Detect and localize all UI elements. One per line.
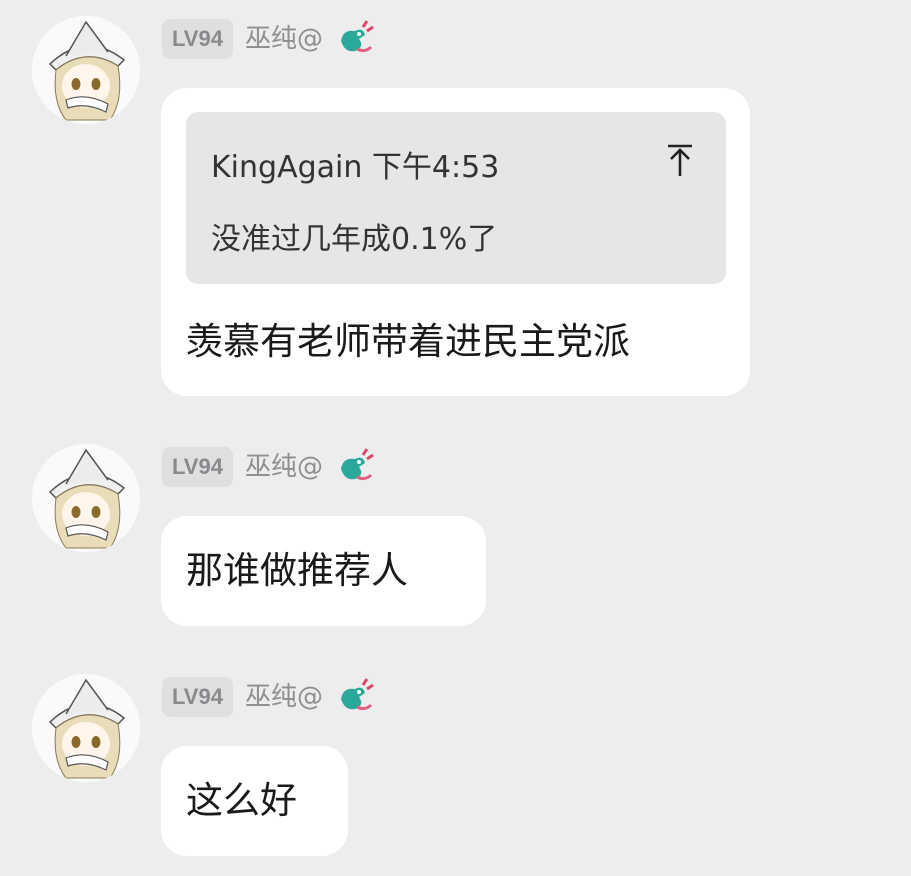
message-bubble[interactable]: 这么好 [161,746,348,856]
user-avatar[interactable] [32,16,140,124]
dragon-icon [340,448,374,481]
sender-nickname[interactable]: 巫纯@ [245,447,323,487]
sender-info: LV94 巫纯@ [162,18,375,60]
user-avatar[interactable] [32,674,140,782]
quote-header: KingAgain 下午4:53 [211,142,499,186]
level-badge: LV94 [162,19,233,59]
quote-time: 下午4:53 [371,150,500,185]
message-text: 这么好 [186,779,297,822]
sender-nickname[interactable]: 巫纯@ [245,677,323,717]
sender-info: LV94 巫纯@ [162,676,375,718]
avatar-image [32,674,140,782]
message-text: 羡慕有老师带着进民主党派 [186,320,630,363]
sender-nickname[interactable]: 巫纯@ [245,19,323,59]
dragon-icon [340,678,374,711]
level-badge: LV94 [162,447,233,487]
avatar-image [32,444,140,552]
quoted-message[interactable]: KingAgain 下午4:53 没准过几年成0.1%了 [186,112,726,284]
user-avatar[interactable] [32,444,140,552]
dragon-icon [340,20,374,53]
message-text: 那谁做推荐人 [186,549,408,592]
sender-info: LV94 巫纯@ [162,446,375,488]
arrow-up-to-top-icon[interactable] [664,142,696,178]
avatar-image [32,16,140,124]
message-bubble[interactable]: 那谁做推荐人 [161,516,486,626]
message-bubble[interactable]: KingAgain 下午4:53 没准过几年成0.1%了 羡慕有老师带着进民主党… [161,88,750,396]
quote-author: KingAgain [211,150,363,185]
level-badge: LV94 [162,677,233,717]
quote-text: 没准过几年成0.1%了 [211,222,498,257]
